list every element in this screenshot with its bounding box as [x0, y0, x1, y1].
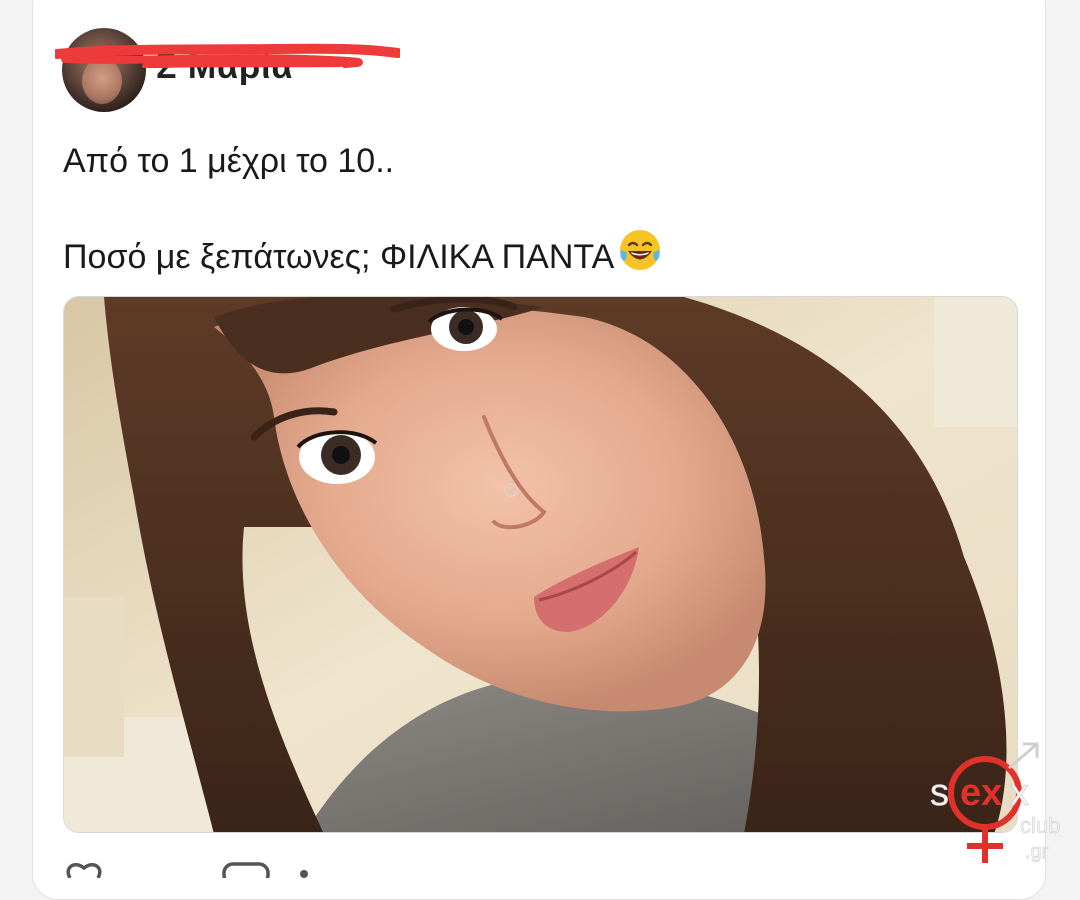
comment-icon[interactable]	[222, 862, 270, 878]
post-text-line-2: Ποσό με ξεπάτωνες; ΦΙΛΙΚΑ ΠΑΝΤΑ	[63, 228, 662, 281]
author-avatar[interactable]	[62, 28, 146, 112]
like-icon[interactable]	[66, 863, 102, 878]
redaction-scribble	[55, 43, 400, 68]
post-text-line-2-content: Ποσό με ξεπάτωνες; ΦΙΛΙΚΑ ΠΑΝΤΑ	[63, 238, 615, 276]
watermark-brand-sub: club	[1020, 813, 1060, 838]
sexclub-watermark: s ex x club .gr	[925, 738, 1075, 868]
post-text-line-1: Από το 1 μέχρι το 10..	[63, 142, 395, 180]
watermark-letter-x: x	[1010, 772, 1029, 814]
post-photo[interactable]	[63, 296, 1018, 833]
watermark-letter-s: s	[930, 772, 949, 814]
watermark-brand-domain: .gr	[1025, 841, 1049, 863]
watermark-brand-main: ex	[960, 772, 1002, 814]
laughing-tears-emoji-icon	[618, 228, 662, 281]
tweet-actions-bar	[66, 862, 308, 878]
share-icon[interactable]	[300, 870, 308, 878]
selfie-image	[64, 297, 1017, 832]
